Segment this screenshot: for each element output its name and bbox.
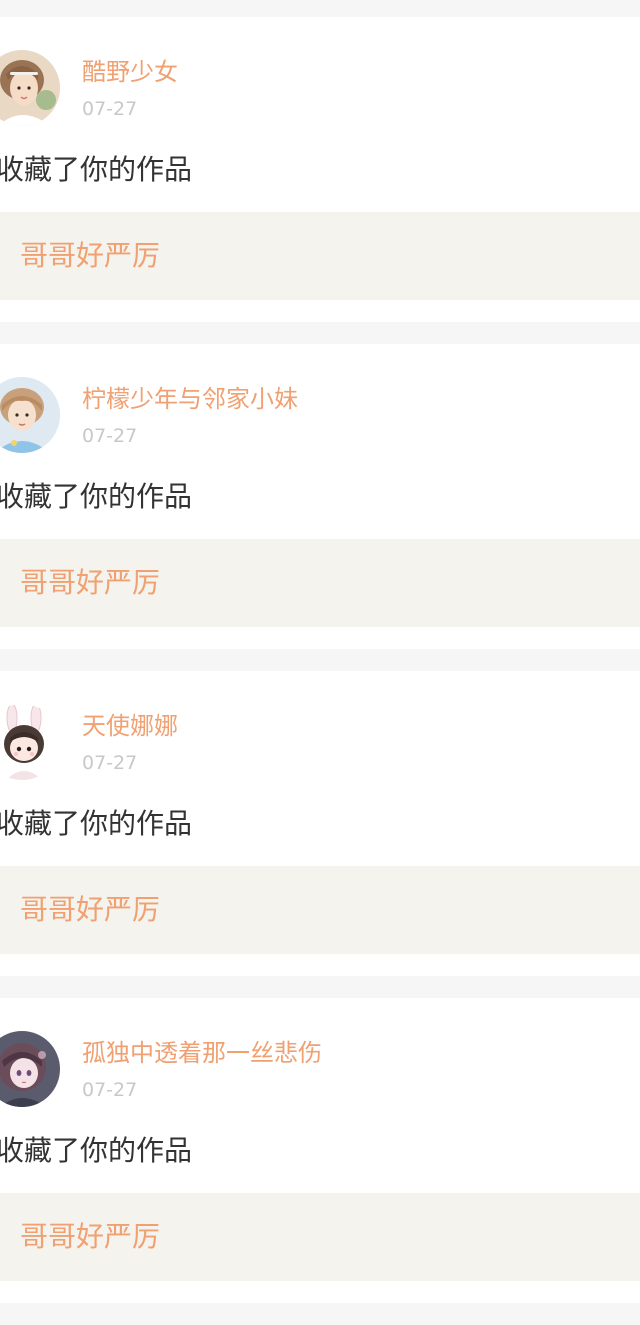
list-item[interactable]: 酷野少女 07-27 收藏了你的作品 哥哥好严厉: [0, 17, 640, 322]
list-item[interactable]: 孤独中透着那一丝悲伤 07-27 收藏了你的作品 哥哥好严厉: [0, 998, 640, 1303]
post-date: 07-27: [82, 425, 138, 447]
post-date: 07-27: [82, 1079, 138, 1101]
quoted-work-title: 哥哥好严厉: [20, 239, 161, 272]
list-item[interactable]: 天使娜娜 07-27 收藏了你的作品 哥哥好严厉: [0, 671, 640, 976]
action-text: 收藏了你的作品: [0, 153, 193, 186]
quoted-work[interactable]: 哥哥好严厉: [0, 1193, 640, 1281]
avatar-icon[interactable]: [0, 1031, 60, 1107]
action-text: 收藏了你的作品: [0, 480, 193, 513]
list-item[interactable]: 柠檬少年与邻家小妹 07-27 收藏了你的作品 哥哥好严厉: [0, 344, 640, 649]
action-text: 收藏了你的作品: [0, 1134, 193, 1167]
post-date: 07-27: [82, 98, 138, 120]
user-name[interactable]: 酷野少女: [82, 55, 178, 89]
action-text: 收藏了你的作品: [0, 807, 193, 840]
post-date: 07-27: [82, 752, 138, 774]
avatar-icon[interactable]: [0, 704, 60, 780]
user-name[interactable]: 天使娜娜: [82, 709, 178, 743]
user-name[interactable]: 柠檬少年与邻家小妹: [82, 382, 298, 416]
avatar-icon[interactable]: [0, 50, 60, 126]
quoted-work-title: 哥哥好严厉: [20, 893, 161, 926]
quoted-work[interactable]: 哥哥好严厉: [0, 866, 640, 954]
avatar-icon[interactable]: [0, 377, 60, 453]
activity-feed: 酷野少女 07-27 收藏了你的作品 哥哥好严厉 柠檬少年与邻家小妹 07-27…: [0, 17, 640, 1325]
user-name[interactable]: 孤独中透着那一丝悲伤: [82, 1036, 322, 1070]
quoted-work[interactable]: 哥哥好严厉: [0, 539, 640, 627]
quoted-work[interactable]: 哥哥好严厉: [0, 212, 640, 300]
quoted-work-title: 哥哥好严厉: [20, 1220, 161, 1253]
quoted-work-title: 哥哥好严厉: [20, 566, 161, 599]
